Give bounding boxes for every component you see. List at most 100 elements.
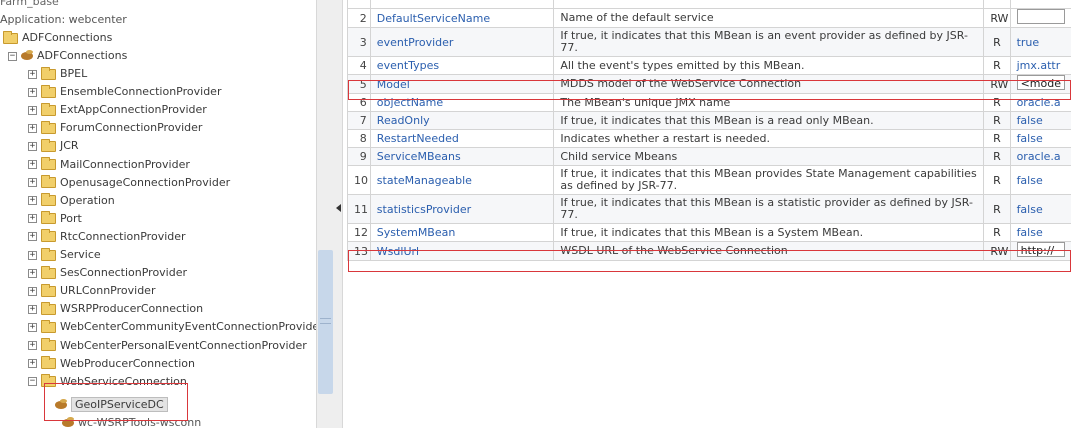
attribute-access: R <box>983 27 1011 57</box>
table-row: 7 ReadOnly If true, it indicates that this… <box>347 111 1071 130</box>
expand-icon[interactable]: + <box>28 250 37 260</box>
folder-icon <box>41 84 56 98</box>
tree-node[interactable]: + OpenusageConnectionProvider <box>28 174 230 191</box>
tree-node-geoipservicedc[interactable]: GeoIPServiceDC <box>55 396 168 413</box>
expand-icon[interactable]: + <box>28 178 37 188</box>
tree-node-label: Service <box>60 248 101 261</box>
bean-icon <box>55 399 67 409</box>
tree-node[interactable]: − WebServiceConnection <box>28 373 187 390</box>
expand-icon[interactable]: + <box>28 123 37 133</box>
attribute-value-input[interactable]: http:// <box>1016 242 1065 257</box>
table-row: 13 WsdlUrl WSDL URL of the WebService Conn… <box>347 241 1071 261</box>
tree-node[interactable]: + BPEL <box>28 65 87 82</box>
expand-icon[interactable]: + <box>28 359 37 369</box>
collapse-icon[interactable]: − <box>8 51 17 61</box>
attribute-name-link[interactable]: objectName <box>369 93 555 112</box>
expand-icon[interactable]: + <box>28 105 37 115</box>
attribute-name-link[interactable]: stateManageable <box>369 165 555 195</box>
tree-node-wc-wsrptools[interactable]: wc-WSRPTools-wsconn <box>62 414 201 428</box>
tree-node-adfconnections[interactable]: − ADFConnections <box>8 47 127 64</box>
tree-node[interactable]: + MailConnectionProvider <box>28 156 190 173</box>
tree-node[interactable]: + Service <box>28 246 101 263</box>
folder-icon <box>41 338 56 351</box>
tree-node[interactable]: + ForumConnectionProvider <box>28 119 202 136</box>
attribute-access: RW <box>983 74 1011 94</box>
attribute-access: R <box>983 165 1011 195</box>
expand-icon[interactable]: + <box>28 341 37 350</box>
row-number: 9 <box>347 147 371 166</box>
attribute-value: false <box>1016 226 1043 239</box>
folder-icon <box>3 30 18 44</box>
expand-icon[interactable]: + <box>28 286 37 296</box>
row-number: 6 <box>347 93 371 112</box>
attribute-description: If true, it indicates that this MBean is… <box>553 111 985 130</box>
table-row: 6 objectName The MBean's unique JMX name Ro… <box>347 93 1071 112</box>
attribute-description: If true, it indicates that this MBean is… <box>553 27 985 57</box>
tree-node-label: SesConnectionProvider <box>60 266 188 280</box>
attribute-access: RW <box>983 8 1011 28</box>
tree-node[interactable]: + SesConnectionProvider <box>28 264 187 281</box>
attribute-access: R <box>983 93 1011 112</box>
attribute-name-link[interactable]: ServiceMBeans <box>369 147 555 166</box>
attribute-value: false <box>1016 202 1043 216</box>
tree-node[interactable]: + WSRPProducerConnection <box>28 300 203 317</box>
attribute-name-link[interactable]: WsdlUrl <box>369 241 555 261</box>
collapse-icon[interactable]: − <box>28 377 37 387</box>
attribute-description: The MBean's unique JMX name <box>553 93 985 112</box>
attribute-name-link[interactable]: eventTypes <box>369 56 555 75</box>
attribute-name-link[interactable]: SystemMBean <box>369 223 555 242</box>
attribute-description: If true, it indicates that this MBean pr… <box>553 165 985 195</box>
folder-icon <box>41 138 56 152</box>
collapse-left-arrow-icon[interactable] <box>336 204 341 212</box>
attribute-name-link[interactable]: eventProvider <box>369 27 555 57</box>
expand-icon[interactable]: + <box>28 304 37 314</box>
tree-node[interactable]: + RtcConnectionProvider <box>28 228 186 245</box>
application-label: Application: webcenter <box>0 13 127 26</box>
row-number: 2 <box>347 8 371 28</box>
attribute-name-link[interactable]: ReadOnly <box>369 111 555 130</box>
tree-node-label: BPEL <box>60 67 88 80</box>
attribute-name-link[interactable]: RestartNeeded <box>369 129 555 148</box>
expand-icon[interactable]: + <box>28 87 37 97</box>
tree-node[interactable]: + Port <box>28 210 82 227</box>
attribute-name-link[interactable]: DefaultServiceName <box>369 8 555 28</box>
tree-node-adfconnections-root[interactable]: ADFConnections <box>3 29 112 46</box>
row-number: 7 <box>347 111 371 130</box>
tree-node-label: WSRPProducerConnection <box>60 302 204 316</box>
tree-node[interactable]: + WebCenterCommunityEventConnectionProvid… <box>28 318 316 335</box>
tree-node[interactable]: + ExtAppConnectionProvider <box>28 101 207 118</box>
tree-node-label: Operation <box>60 193 115 207</box>
navigation-tree: Farm_base Application: webcenter ADFConn… <box>0 0 316 428</box>
expand-icon[interactable]: + <box>28 322 37 332</box>
tree-node[interactable]: + WebCenterPersonalEventConnectionProvide… <box>28 337 307 354</box>
tree-node[interactable]: + WebProducerConnection <box>28 355 195 372</box>
attribute-name-link[interactable]: statisticsProvider <box>369 194 555 224</box>
attribute-value-input[interactable] <box>1016 9 1065 24</box>
tree-node-label: EnsembleConnectionProvider <box>60 85 222 99</box>
table-row: 2 DefaultServiceName Name of the default s… <box>347 8 1071 28</box>
expand-icon[interactable]: + <box>28 268 37 278</box>
expand-icon[interactable]: + <box>28 69 37 79</box>
expand-icon[interactable]: + <box>28 196 37 206</box>
tree-node-label: JCR <box>60 139 79 153</box>
expand-icon[interactable]: + <box>28 214 37 224</box>
attribute-value-input[interactable]: <mode <box>1016 75 1065 90</box>
table-row: 9 ServiceMBeans Child service Mbeans Roracl… <box>347 147 1071 166</box>
folder-icon <box>41 175 56 189</box>
folder-icon <box>41 66 56 80</box>
tree-node[interactable]: + EnsembleConnectionProvider <box>28 83 221 100</box>
expand-icon[interactable]: + <box>28 232 37 242</box>
table-row: 5 Model MDDS model of the WebService Conne… <box>347 74 1071 94</box>
tree-node[interactable]: + JCR <box>28 137 79 154</box>
attribute-value: oracle.a <box>1016 150 1061 163</box>
expand-icon[interactable]: + <box>28 160 37 169</box>
expand-icon[interactable]: + <box>28 141 37 151</box>
selected-node-label: GeoIPServiceDC <box>71 397 168 412</box>
folder-icon <box>41 374 56 388</box>
tree-node-label: WebCenterCommunityEventConnectionProvide… <box>60 320 316 334</box>
folder-icon <box>41 229 56 243</box>
attribute-name-link[interactable]: Model <box>369 74 555 94</box>
tree-node[interactable]: + Operation <box>28 192 115 209</box>
grip-icon <box>320 318 331 324</box>
tree-node[interactable]: + URLConnProvider <box>28 282 155 299</box>
